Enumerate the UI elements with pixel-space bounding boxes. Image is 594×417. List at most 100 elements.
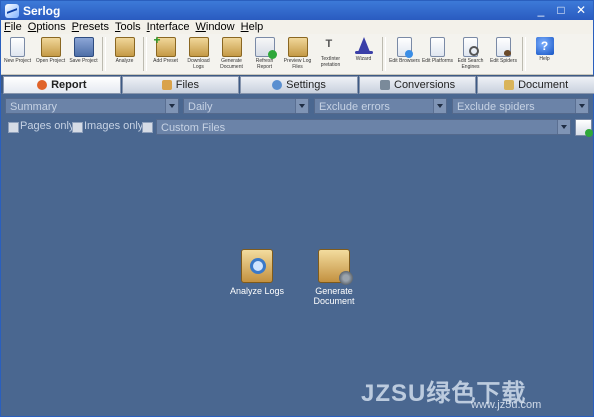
period-select[interactable]: Daily bbox=[183, 98, 309, 114]
minimize-button[interactable]: _ bbox=[533, 2, 549, 18]
menu-file[interactable]: File bbox=[1, 21, 25, 33]
filter-bar: Summary Daily Exclude errors Exclude spi… bbox=[1, 96, 593, 116]
edit-browsers-button[interactable]: Edit Browsers bbox=[388, 34, 421, 74]
download-logs-icon bbox=[188, 37, 209, 57]
edit-spiders-icon bbox=[496, 37, 511, 57]
edit-search-engines-button[interactable]: Edit Search Engines bbox=[454, 34, 487, 74]
refresh-report-button[interactable]: Refresh Report bbox=[248, 34, 281, 74]
toolbar-label: Analyze bbox=[115, 58, 134, 64]
open-project-button[interactable]: Open Project bbox=[34, 34, 67, 74]
edit-search-engines-icon bbox=[463, 37, 479, 57]
help-icon: ? bbox=[535, 37, 554, 55]
menu-bar: File Options Presets Tools Interface Win… bbox=[1, 20, 593, 34]
add-preset-icon bbox=[154, 33, 176, 57]
toolbar-label: Edit Browsers bbox=[389, 58, 420, 64]
files-icon bbox=[161, 80, 172, 90]
tab-files[interactable]: Files bbox=[121, 76, 240, 94]
toolbar-separator bbox=[143, 37, 147, 71]
menu-window[interactable]: Window bbox=[192, 21, 237, 33]
tab-label: Document bbox=[518, 79, 569, 91]
document-icon bbox=[504, 80, 515, 90]
toolbar-label: Edit Search Engines bbox=[457, 58, 484, 70]
maximize-button[interactable]: □ bbox=[553, 2, 569, 18]
text-interpretation-button[interactable]: TextInter pretation bbox=[314, 34, 347, 74]
toolbar-label: Download Logs bbox=[187, 58, 210, 70]
analyze-button[interactable]: Analyze bbox=[108, 34, 141, 74]
edit-browsers-icon bbox=[397, 37, 413, 58]
wizard-icon bbox=[354, 37, 373, 55]
toolbar-label: Help bbox=[539, 56, 550, 62]
report-icon bbox=[37, 80, 48, 90]
chevron-down-icon bbox=[295, 99, 308, 113]
menu-tools[interactable]: Tools bbox=[112, 21, 144, 33]
errors-value: Exclude errors bbox=[319, 101, 390, 113]
preview-log-icon bbox=[287, 37, 308, 57]
edit-platforms-icon bbox=[430, 37, 445, 57]
toolbar-label: Open Project bbox=[35, 58, 66, 64]
tab-settings[interactable]: Settings bbox=[240, 76, 358, 94]
wizard-button[interactable]: Wizard bbox=[347, 34, 380, 74]
menu-presets[interactable]: Presets bbox=[69, 21, 112, 33]
save-project-icon bbox=[73, 37, 94, 57]
chevron-down-icon bbox=[557, 120, 570, 134]
spiders-select[interactable]: Exclude spiders bbox=[452, 98, 589, 114]
generate-document-action[interactable]: Generate Document bbox=[304, 249, 364, 306]
toolbar-label: Edit Platforms bbox=[421, 58, 454, 64]
options-row: Pages only Images only Custom Files bbox=[1, 118, 593, 137]
edit-platforms-button[interactable]: Edit Platforms bbox=[421, 34, 454, 74]
menu-help[interactable]: Help bbox=[238, 21, 267, 33]
apply-filter-button[interactable] bbox=[575, 119, 593, 137]
custom-files-checkbox[interactable] bbox=[142, 122, 153, 133]
settings-icon bbox=[272, 80, 283, 90]
toolbar-label: Generate Document bbox=[220, 58, 243, 70]
close-button[interactable]: ✕ bbox=[573, 2, 589, 18]
tab-label: Settings bbox=[286, 79, 326, 91]
analyze-logs-label: Analyze Logs bbox=[229, 286, 285, 296]
help-button[interactable]: ? Help bbox=[528, 34, 561, 74]
toolbar: New Project Open Project Save Project An… bbox=[1, 33, 593, 75]
toolbar-label: Preview Log Files bbox=[283, 58, 312, 70]
analyze-icon bbox=[114, 37, 135, 57]
preview-log-files-button[interactable]: Preview Log Files bbox=[281, 34, 314, 74]
text-interpretation-icon bbox=[322, 37, 340, 55]
tab-report[interactable]: Report bbox=[3, 76, 121, 94]
add-preset-button[interactable]: Add Preset bbox=[149, 33, 182, 74]
window-controls: _ □ ✕ bbox=[533, 2, 589, 18]
edit-spiders-button[interactable]: Edit Spiders bbox=[487, 34, 520, 74]
generate-document-icon bbox=[221, 37, 242, 57]
menu-options[interactable]: Options bbox=[25, 21, 69, 33]
report-type-select[interactable]: Summary bbox=[5, 98, 179, 114]
toolbar-label: Add Preset bbox=[153, 58, 178, 64]
analyze-logs-button[interactable]: Analyze Logs bbox=[227, 249, 287, 296]
serlog-logo-icon bbox=[5, 3, 19, 18]
new-project-button[interactable]: New Project bbox=[1, 34, 34, 74]
open-project-icon bbox=[40, 37, 61, 57]
save-project-button[interactable]: Save Project bbox=[67, 34, 100, 74]
chevron-down-icon bbox=[433, 99, 446, 113]
toolbar-separator bbox=[382, 37, 386, 71]
pages-only-checkbox[interactable] bbox=[8, 122, 19, 133]
window-title: Serlog bbox=[23, 3, 61, 18]
tab-label: Report bbox=[51, 79, 87, 91]
watermark-url: www.jz5u.com bbox=[471, 399, 542, 411]
generate-document-button[interactable]: Generate Document bbox=[215, 34, 248, 74]
toolbar-label: Wizard bbox=[355, 56, 372, 62]
cart-icon bbox=[380, 80, 390, 90]
refresh-report-icon bbox=[254, 37, 277, 59]
toolbar-label: Refresh Report bbox=[255, 58, 274, 70]
errors-select[interactable]: Exclude errors bbox=[314, 98, 447, 114]
chevron-down-icon bbox=[165, 99, 178, 113]
analyze-logs-icon bbox=[241, 249, 273, 283]
menu-interface[interactable]: Interface bbox=[144, 21, 193, 33]
toolbar-separator bbox=[522, 37, 526, 71]
tab-document[interactable]: Document bbox=[477, 76, 594, 94]
images-only-checkbox[interactable] bbox=[72, 122, 83, 133]
tab-conversions[interactable]: Conversions bbox=[358, 76, 477, 94]
tab-label: Files bbox=[175, 79, 199, 91]
toolbar-label: Save Project bbox=[69, 58, 98, 64]
chevron-down-icon bbox=[575, 99, 588, 113]
custom-files-select[interactable]: Custom Files bbox=[156, 119, 571, 135]
toolbar-separator bbox=[102, 37, 106, 71]
download-logs-button[interactable]: Download Logs bbox=[182, 34, 215, 74]
generate-document-big-icon bbox=[318, 249, 353, 285]
